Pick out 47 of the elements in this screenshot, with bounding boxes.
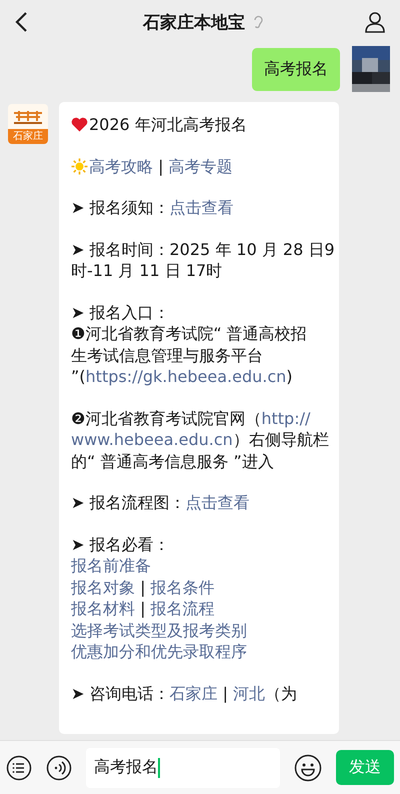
message-text: ➤ 报名入口： bbox=[71, 302, 170, 323]
link[interactable]: http:// bbox=[261, 408, 310, 428]
message-text: ”(https://gk.hebeea.edu.cn) bbox=[71, 366, 293, 388]
sent-message: 高考报名 bbox=[252, 48, 340, 91]
link[interactable]: 高考专题 bbox=[168, 156, 233, 176]
message-text: ❷河北省教育考试院官网（http:// bbox=[71, 408, 310, 429]
message-text: 高考攻略 | 高考专题 bbox=[89, 156, 233, 177]
menu-icon[interactable] bbox=[6, 754, 32, 780]
message-text: 的“ 普通高考信息服务 ”进入 bbox=[71, 450, 274, 472]
message-text: 生考试信息管理与服务平台 bbox=[71, 344, 263, 366]
person-icon[interactable] bbox=[364, 11, 386, 33]
link[interactable]: 优惠加分和优先录取程序 bbox=[71, 641, 247, 662]
link[interactable]: 石家庄 bbox=[170, 684, 218, 702]
message-text: ➤ 报名时间：2025 年 10 月 28 日9 bbox=[71, 238, 335, 260]
message-text: ➤ 报名须知：点击查看 bbox=[71, 197, 234, 218]
link[interactable]: 报名条件 bbox=[150, 578, 215, 596]
link[interactable]: 河北 bbox=[233, 684, 266, 702]
message-text: ➤ 报名必看： bbox=[71, 534, 170, 555]
avatar-label: 石家庄 bbox=[8, 129, 48, 144]
logo-icon bbox=[11, 109, 45, 125]
link[interactable]: 报名流程 bbox=[150, 599, 215, 618]
sun-icon bbox=[71, 158, 88, 175]
back-icon[interactable] bbox=[14, 11, 28, 33]
message-text: www.hebeea.edu.cn）右侧导航栏 bbox=[71, 429, 329, 450]
link[interactable]: 高考攻略 bbox=[89, 156, 153, 176]
message-text: 报名材料 | 报名流程 bbox=[71, 598, 215, 620]
chat-title: 石家庄本地宝 bbox=[143, 12, 245, 34]
message-text: ❶河北省教育考试院“ 普通高校招 bbox=[71, 323, 307, 344]
link[interactable]: 点击查看 bbox=[170, 198, 234, 217]
link[interactable]: 点击查看 bbox=[186, 493, 250, 512]
link[interactable]: 选择考试类型及报考类别 bbox=[71, 620, 247, 641]
ear-icon bbox=[253, 15, 263, 29]
emoji-icon[interactable] bbox=[294, 754, 322, 782]
voice-icon[interactable] bbox=[46, 754, 72, 780]
heart-icon bbox=[71, 117, 88, 132]
link[interactable]: https://gk.hebeea.edu.cn bbox=[86, 367, 286, 386]
message-text: 报名对象 | 报名条件 bbox=[71, 576, 215, 598]
link[interactable]: 报名前准备 bbox=[71, 555, 151, 576]
message-text: 2026 年河北高考报名 bbox=[89, 114, 247, 136]
link[interactable]: 报名对象 bbox=[71, 578, 135, 596]
message-text: 时-11 月 11 日 17时 bbox=[71, 260, 222, 282]
link[interactable]: www.hebeea.edu.cn bbox=[71, 430, 233, 449]
message-input[interactable]: 高考报名 bbox=[86, 748, 280, 788]
account-avatar[interactable]: 石家庄 bbox=[8, 104, 48, 144]
message-text: ➤ 咨询电话：石家庄 | 河北（为 bbox=[71, 682, 298, 704]
link[interactable]: 报名材料 bbox=[71, 599, 135, 618]
message-text: ➤ 报名流程图：点击查看 bbox=[71, 492, 250, 514]
